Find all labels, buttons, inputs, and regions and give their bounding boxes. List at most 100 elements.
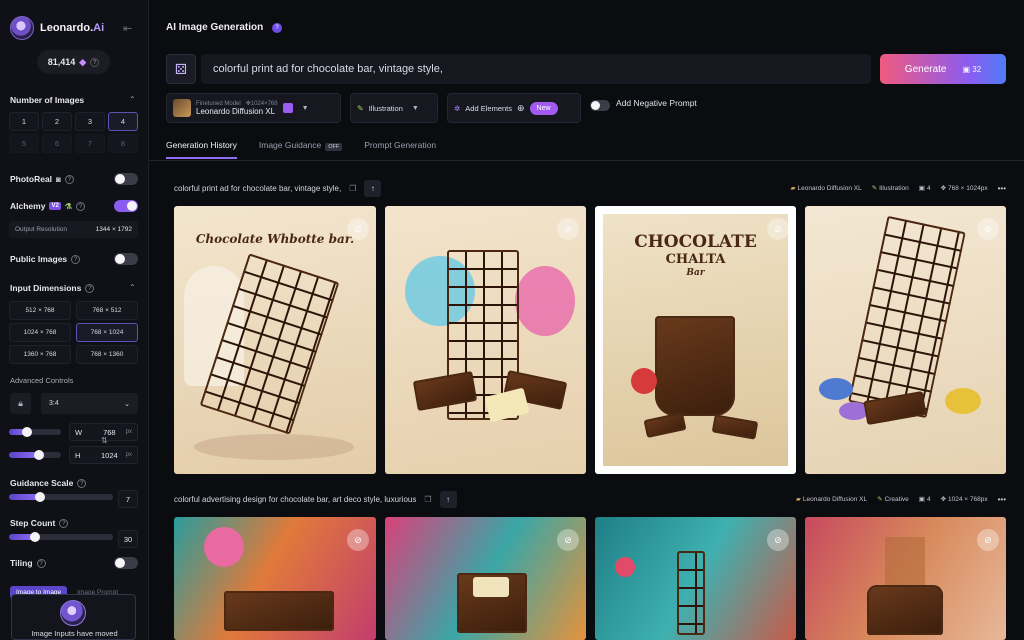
number-of-images-label: Number of Images (10, 95, 85, 105)
advanced-controls-label: Advanced Controls (10, 376, 74, 385)
tab-image-guidance[interactable]: Image Guidance OFF (259, 140, 343, 159)
hide-image-icon[interactable]: ⊘ (977, 529, 999, 551)
lock-icon[interactable]: 🔒︎ (10, 393, 31, 414)
credits-amount: 81,414 (47, 57, 76, 67)
generated-image[interactable]: Chocolate Whbotte bar. ⊘ (174, 206, 376, 474)
help-icon[interactable]: ? (71, 254, 81, 264)
alchemy-toggle[interactable] (114, 200, 138, 212)
chevron-up-icon[interactable]: ⌃ (129, 283, 136, 292)
number-of-images-grid: 1234 5678 (9, 112, 138, 153)
tiling-toggle[interactable] (114, 557, 138, 569)
hide-image-icon[interactable]: ⊘ (347, 529, 369, 551)
image-subtitle-text: CHALTA (665, 252, 726, 267)
height-key: H (75, 450, 81, 460)
dimension-option[interactable]: 512 × 768 (9, 301, 71, 320)
hide-image-icon[interactable]: ⊘ (557, 218, 579, 240)
hide-image-icon[interactable]: ⊘ (767, 529, 789, 551)
help-icon[interactable]: ? (77, 478, 87, 488)
hide-image-icon[interactable]: ⊘ (767, 218, 789, 240)
negative-prompt-label: Add Negative Prompt (616, 97, 697, 108)
generation-size: ✥ 768 × 1024px (940, 185, 988, 192)
number-of-images-option[interactable]: 1 (9, 112, 39, 131)
copy-icon[interactable]: ❐ (424, 495, 431, 504)
random-prompt-dice-icon[interactable]: ⚄ (166, 54, 196, 84)
generate-button[interactable]: Generate ▣ 32 (880, 54, 1006, 84)
generation-style: ✎ Creative (877, 496, 909, 503)
style-select[interactable]: ✎ Illustration ▼ (350, 93, 438, 123)
help-icon[interactable]: ? (75, 201, 85, 211)
help-icon[interactable]: ? (90, 57, 100, 67)
more-options-icon[interactable]: ••• (998, 495, 1006, 504)
width-slider[interactable] (9, 427, 61, 437)
hide-image-icon[interactable]: ⊘ (347, 218, 369, 240)
aspect-ratio-select[interactable]: 3:4 ⌄ (41, 393, 138, 414)
guidance-scale-slider[interactable] (9, 492, 113, 502)
step-count-value[interactable]: 30 (118, 530, 138, 548)
help-icon[interactable]: ? (59, 518, 69, 528)
prompt-input[interactable]: colorful print ad for chocolate bar, vin… (201, 54, 871, 84)
generated-image[interactable]: ⊘ (805, 206, 1006, 474)
number-of-images-option[interactable]: 6 (42, 134, 72, 153)
reuse-prompt-icon[interactable]: ↑ (364, 179, 382, 197)
guidance-scale-row: Guidance Scale ? (10, 478, 138, 488)
input-dimensions-row: Input Dimensions ? (10, 283, 138, 293)
dimension-option[interactable]: 1024 × 768 (9, 323, 71, 342)
generated-image[interactable]: CHOCOLATE CHALTA Bar ⊘ (595, 206, 796, 474)
generated-image[interactable]: ⊘ (385, 206, 586, 474)
elements-icon: ✲ (454, 103, 461, 113)
step-count-slider[interactable] (9, 532, 113, 542)
number-of-images-option[interactable]: 4 (108, 112, 138, 131)
generated-image[interactable]: ⊘ (595, 517, 796, 640)
divider (149, 160, 1024, 161)
model-select[interactable]: Finetuned Model ✥1024×768 Leonardo Diffu… (166, 93, 341, 123)
brand[interactable]: Leonardo.Ai (10, 16, 104, 40)
add-elements-button[interactable]: ✲ Add Elements ⊕ New (447, 93, 581, 123)
public-images-toggle[interactable] (114, 253, 138, 265)
image-inputs-moved-card[interactable]: Image Inputs have moved (11, 594, 136, 640)
help-icon[interactable]: ? (272, 23, 282, 33)
negative-prompt-toggle[interactable] (590, 100, 610, 111)
guidance-scale-value[interactable]: 7 (118, 490, 138, 508)
generation-style: ✎ Illustration (871, 185, 909, 192)
height-slider[interactable] (9, 450, 61, 460)
height-input[interactable]: H 1024 px (69, 446, 138, 464)
generation-count: ▣ 4 (918, 496, 931, 503)
copy-icon[interactable]: ❐ (349, 184, 356, 193)
reuse-prompt-icon[interactable]: ↑ (439, 490, 457, 508)
style-value: Illustration (368, 103, 403, 113)
credits-badge[interactable]: 81,414 ◆ ? (37, 50, 110, 74)
number-of-images-option[interactable]: 3 (75, 112, 105, 131)
number-of-images-option[interactable]: 8 (108, 134, 138, 153)
generated-image[interactable]: ⊘ (174, 517, 376, 640)
model-settings-icon[interactable] (282, 103, 293, 113)
help-icon[interactable]: ? (36, 558, 46, 568)
number-of-images-option[interactable]: 7 (75, 134, 105, 153)
chevron-up-icon[interactable]: ⌃ (129, 95, 136, 104)
hide-image-icon[interactable]: ⊘ (557, 529, 579, 551)
new-badge: New (529, 101, 558, 115)
image-title-text: Chocolate Whbotte bar. (195, 232, 355, 246)
generation-prompt: colorful advertising design for chocolat… (174, 494, 417, 504)
negative-prompt-toggle-row[interactable]: Add Negative Prompt (590, 97, 697, 111)
dimension-option[interactable]: 1360 × 768 (9, 345, 71, 364)
tab-generation-history[interactable]: Generation History (166, 140, 237, 159)
dimension-option[interactable]: 768 × 1360 (76, 345, 138, 364)
help-icon[interactable]: ? (64, 174, 74, 184)
dimension-option[interactable]: 768 × 512 (76, 301, 138, 320)
number-of-images-option[interactable]: 5 (9, 134, 39, 153)
plus-circle-icon: ⊕ (517, 102, 525, 113)
input-dimensions-grid: 512 × 768 768 × 512 1024 × 768 768 × 1024 13… (9, 301, 138, 364)
generated-image[interactable]: ⊘ (805, 517, 1006, 640)
tab-prompt-generation[interactable]: Prompt Generation (364, 140, 436, 159)
more-options-icon[interactable]: ••• (998, 184, 1006, 193)
step-count-row: Step Count ? (10, 518, 138, 528)
number-of-images-option[interactable]: 2 (42, 112, 72, 131)
image-inputs-moved-text: Image Inputs have moved (31, 629, 118, 638)
dimension-option[interactable]: 768 × 1024 (76, 323, 138, 342)
help-icon[interactable]: ? (85, 283, 95, 293)
photoreal-toggle[interactable] (114, 173, 138, 185)
collapse-sidebar-icon[interactable]: ⇤ (123, 22, 132, 35)
generated-image[interactable]: ⊘ (385, 517, 586, 640)
swap-dimensions-icon[interactable]: ⇅ (101, 436, 108, 445)
hide-image-icon[interactable]: ⊘ (977, 218, 999, 240)
